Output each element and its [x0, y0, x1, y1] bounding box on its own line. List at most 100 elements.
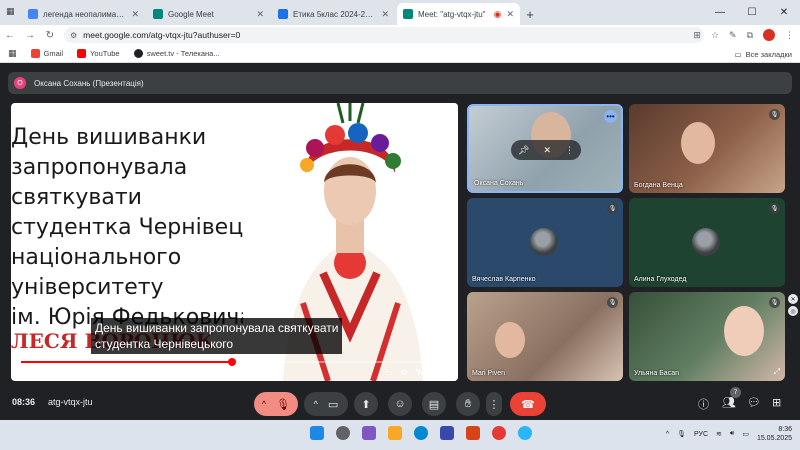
close-tab-icon[interactable]: ✕: [131, 9, 139, 20]
caption-line: День вишиванки запропонувала святкувати: [95, 321, 339, 335]
slide-line: університету: [11, 275, 164, 300]
participant-tile-2[interactable]: 🎙︎ Богдана Венца: [629, 104, 785, 193]
participant-tile-4[interactable]: 🎙︎ Алина Глуходед: [629, 198, 785, 287]
bookmarks-bar: ▦ Gmail YouTube sweet.tv - Телекана... ▭…: [0, 45, 800, 63]
browser-tab-3[interactable]: Етика 5клас 2024-2025 н.р. ✕: [272, 3, 395, 25]
minimize-icon[interactable]: —: [704, 0, 736, 25]
battery-icon[interactable]: ▭: [742, 430, 749, 438]
caption-line: студентка Чернівецького: [95, 337, 234, 351]
browser-tab-1[interactable]: легенда неопалима купина - ✕: [22, 3, 145, 25]
close-tab-icon[interactable]: ✕: [381, 9, 389, 20]
start-windows-icon[interactable]: [310, 426, 324, 440]
puzzle-icon[interactable]: ⧉: [747, 30, 753, 41]
site-info-icon[interactable]: ⚙: [70, 31, 77, 40]
address-bar[interactable]: ⚙ meet.google.com/atg-vtqx-jtu?authuser=…: [64, 27, 704, 43]
close-tab-icon[interactable]: ✕: [506, 9, 514, 20]
side-panel-close-icon[interactable]: ✕: [788, 294, 798, 304]
edge-browser-icon[interactable]: [414, 426, 428, 440]
camera-options-chevron-icon[interactable]: ^: [314, 399, 318, 409]
video-time: 2:32 / 5:09: [34, 368, 72, 377]
tile-menu-icon[interactable]: ⋮: [565, 145, 574, 156]
telegram-icon[interactable]: [518, 426, 532, 440]
store-icon[interactable]: [440, 426, 454, 440]
meeting-info-icon[interactable]: ⓘ: [698, 396, 709, 412]
side-panel-toggle-icon[interactable]: ◎: [788, 306, 798, 316]
participant-tile-5[interactable]: 🎙︎ Mari Piven: [467, 292, 623, 381]
apps-grid-icon[interactable]: ▦: [8, 48, 17, 59]
settings-gear-icon[interactable]: ⚙: [401, 368, 408, 377]
browser-tab-4-active[interactable]: Meet: "atg-vtqx-jtu" ◉ ✕: [397, 3, 520, 25]
task-view-icon[interactable]: [362, 426, 376, 440]
participant-count-badge: 7: [730, 387, 741, 398]
bookmark-youtube[interactable]: YouTube: [77, 49, 120, 58]
wifi-icon[interactable]: ≋: [716, 430, 722, 438]
activities-icon[interactable]: ⊞: [772, 396, 781, 409]
captions-icon: ▤: [428, 398, 440, 411]
back-icon[interactable]: ←: [0, 30, 20, 41]
video-total-time: 5:09: [56, 367, 72, 377]
participant-face: [724, 306, 764, 356]
participant-tile-3[interactable]: 🎙︎ Вячеслав Карпенко: [467, 198, 623, 287]
browser-tab-2[interactable]: Google Meet ✕: [147, 3, 270, 25]
system-time: 8:36: [778, 426, 792, 433]
tile-expand-icon[interactable]: ⤢: [774, 367, 780, 377]
search-icon[interactable]: [336, 426, 350, 440]
camera-icon[interactable]: ▭: [328, 398, 338, 411]
system-tray: ^ 🎙︎ РУС ≋ 🔊︎ ▭ 8:36 15.05.2025: [666, 425, 792, 443]
microphone-tray-icon: 🎙︎: [677, 431, 686, 438]
tab-search-icon[interactable]: ▦: [6, 6, 18, 18]
leave-call-button[interactable]: ☎︎: [510, 392, 546, 416]
menu-dots-icon[interactable]: ⋮: [785, 30, 794, 41]
reactions-button[interactable]: ☺: [388, 392, 412, 416]
taskbar-apps: [310, 426, 532, 440]
pin-icon[interactable]: 📌︎: [518, 145, 529, 156]
forward-icon[interactable]: →: [20, 30, 40, 41]
bookmark-gmail[interactable]: Gmail: [30, 49, 63, 58]
hidden-icons-chevron-icon[interactable]: ^: [666, 431, 669, 438]
volume-icon[interactable]: 🔊︎: [21, 367, 26, 377]
close-window-icon[interactable]: ✕: [768, 0, 800, 25]
reload-icon[interactable]: ↻: [40, 30, 60, 41]
bookmark-label: YouTube: [90, 49, 120, 58]
mute-remote-icon[interactable]: ✕: [543, 145, 551, 156]
video-progress-bar[interactable]: [21, 358, 451, 366]
maximize-icon[interactable]: ☐: [736, 0, 768, 25]
new-tab-button[interactable]: +: [520, 3, 540, 25]
presentation-video[interactable]: День вишиванки запропонувала святкувати …: [11, 103, 458, 381]
profile-avatar[interactable]: [763, 29, 775, 41]
sweettv-icon: [133, 49, 143, 58]
chat-icon[interactable]: 💬︎: [747, 396, 761, 409]
captions-button[interactable]: ▤: [422, 392, 446, 416]
slide-line: святкувати: [11, 185, 142, 210]
more-options-button[interactable]: ⋮: [486, 392, 502, 416]
translate-icon[interactable]: ⊞: [693, 30, 701, 41]
taskbar-clock[interactable]: 8:36 15.05.2025: [757, 425, 792, 443]
youtube-icon: [77, 49, 87, 58]
chrome-icon[interactable]: [492, 426, 506, 440]
file-explorer-icon[interactable]: [388, 426, 402, 440]
bookmark-sweettv[interactable]: sweet.tv - Телекана...: [133, 49, 220, 58]
gmail-icon: [30, 49, 40, 58]
close-tab-icon[interactable]: ✕: [256, 9, 264, 20]
bookmark-star-icon[interactable]: ☆: [711, 30, 719, 41]
present-screen-icon: ⬆: [361, 398, 371, 411]
participant-tile-1[interactable]: 📌︎ ✕ ⋮ ••• Оксана Сохань: [467, 104, 623, 193]
slide-line: запропонувала: [11, 155, 188, 180]
subtitles-icon[interactable]: ▭: [385, 368, 393, 377]
participant-name: Ульяна Басаn: [634, 370, 679, 377]
classroom-favicon-icon: [278, 9, 288, 19]
powerpoint-icon[interactable]: [466, 426, 480, 440]
more-dots-icon: ⋮: [488, 398, 500, 411]
muted-mic-icon: 🎙︎: [769, 297, 780, 308]
mic-off-icon[interactable]: 🎙︎: [276, 398, 290, 411]
present-screen-button[interactable]: ⬆: [354, 392, 378, 416]
tile-hover-actions: 📌︎ ✕ ⋮: [511, 140, 581, 160]
raise-hand-button[interactable]: ✋︎: [456, 392, 480, 416]
language-indicator[interactable]: РУС: [694, 431, 708, 438]
participant-tile-6[interactable]: 🎙︎ Ульяна Басаn ⤢: [629, 292, 785, 381]
all-bookmarks-button[interactable]: ▭ Все закладки: [735, 45, 792, 63]
volume-tray-icon[interactable]: 🔊︎: [730, 430, 734, 438]
mic-options-chevron-icon[interactable]: ^: [262, 399, 266, 409]
youtube-logo[interactable]: YouTube: [416, 367, 451, 377]
extensions-icon[interactable]: ✎: [729, 30, 737, 41]
